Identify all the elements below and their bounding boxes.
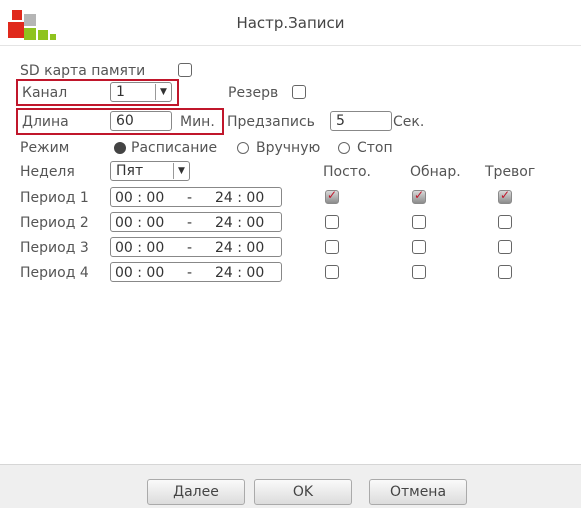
cancel-button[interactable]: Отмена [369,479,467,505]
period-time-range[interactable]: 00 : 00 - 24 : 00 [110,187,282,207]
sd-card-label: SD карта памяти [20,63,146,79]
prerecord-label: Предзапись [227,114,315,130]
title-bar: Настр.Записи [0,0,581,46]
period-1-constant-checkbox[interactable] [325,188,339,204]
period-4-constant-checkbox[interactable] [325,265,339,279]
period-time-range[interactable]: 00 : 00 - 24 : 00 [110,237,282,257]
channel-value: 1 [116,84,125,100]
period-3-detection-checkbox[interactable] [412,240,426,254]
period-label: Период 2 [20,215,89,231]
period-2-detection-checkbox[interactable] [412,215,426,229]
period-label: Период 1 [20,190,89,206]
channel-label: Канал [22,85,68,101]
sd-card-checkbox[interactable] [178,63,192,77]
prerecord-unit: Сек. [393,114,425,130]
chevron-down-icon[interactable]: ▼ [173,163,189,179]
week-select[interactable]: Пят ▼ [110,161,190,181]
column-header-alarm: Тревог [485,164,536,180]
column-header-detection: Обнар. [410,164,461,180]
next-button[interactable]: Далее [147,479,245,505]
mode-option-schedule[interactable]: Расписание [131,139,217,157]
mode-option-manual[interactable]: Вручную [256,139,320,157]
chevron-down-icon[interactable]: ▼ [155,84,171,100]
length-label: Длина [22,114,69,130]
period-4-alarm-checkbox[interactable] [498,265,512,279]
mode-label: Режим [20,140,70,156]
channel-select[interactable]: 1 ▼ [110,82,172,102]
period-3-alarm-checkbox[interactable] [498,240,512,254]
mode-radio-manual[interactable] [237,142,249,154]
mode-radio-stop[interactable] [338,142,350,154]
length-input[interactable]: 60 [110,111,172,131]
period-time-range[interactable]: 00 : 00 - 24 : 00 [110,212,282,232]
period-3-constant-checkbox[interactable] [325,240,339,254]
column-header-constant: Посто. [323,164,371,180]
period-label: Период 4 [20,265,89,281]
mode-option-stop[interactable]: Стоп [357,139,393,157]
record-settings-form: SD карта памяти Канал 1 ▼ Резерв Длина 6… [0,46,581,464]
button-bar: Далее OK Отмена [0,464,581,508]
ok-button[interactable]: OK [254,479,352,505]
window-title: Настр.Записи [236,14,345,32]
mode-radio-schedule[interactable] [114,142,126,154]
period-2-alarm-checkbox[interactable] [498,215,512,229]
week-value: Пят [116,163,144,179]
period-1-alarm-checkbox[interactable] [498,188,512,204]
period-time-range[interactable]: 00 : 00 - 24 : 00 [110,262,282,282]
period-2-constant-checkbox[interactable] [325,215,339,229]
prerecord-input[interactable]: 5 [330,111,392,131]
period-label: Период 3 [20,240,89,256]
reserve-checkbox[interactable] [292,85,306,99]
length-unit: Мин. [180,114,215,130]
period-4-detection-checkbox[interactable] [412,265,426,279]
period-1-detection-checkbox[interactable] [412,188,426,204]
week-label: Неделя [20,164,75,180]
reserve-label: Резерв [228,85,279,101]
